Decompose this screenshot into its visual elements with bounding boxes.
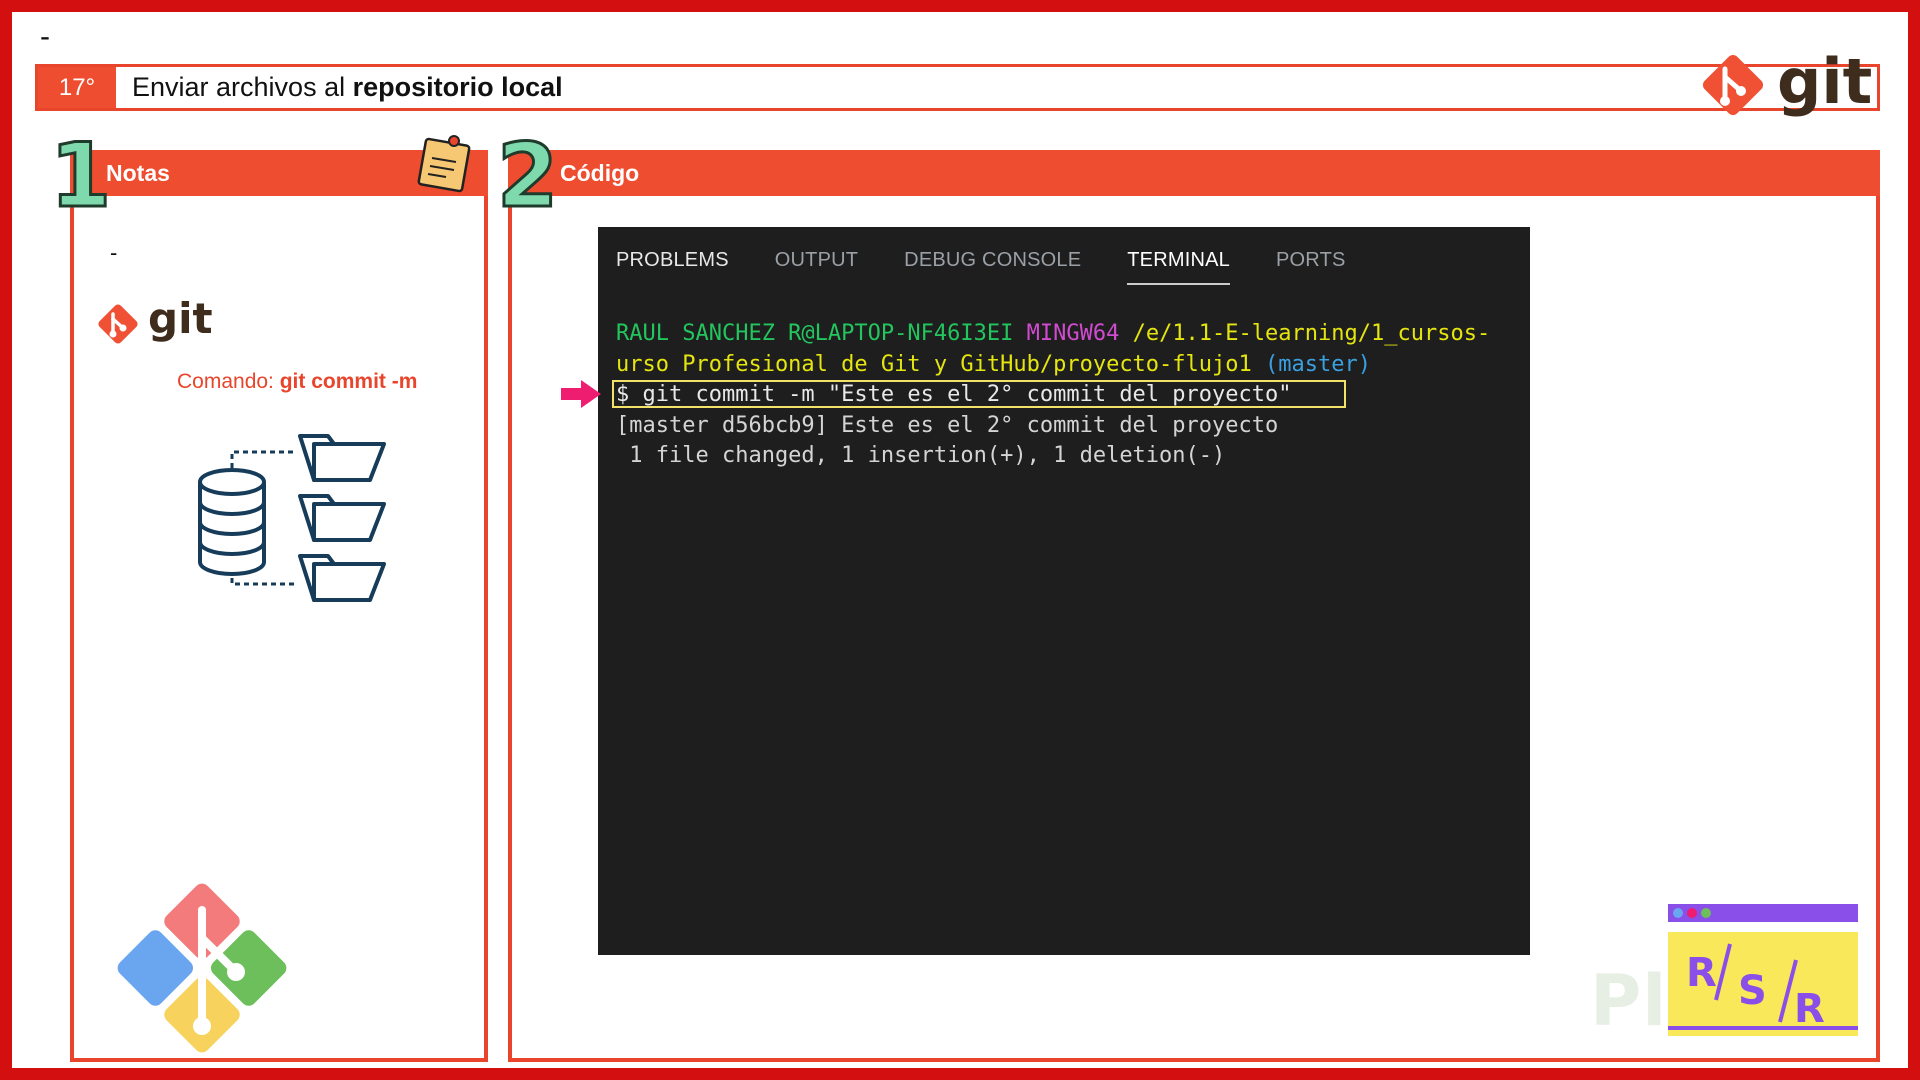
git-colorful-logo-icon <box>117 883 287 1053</box>
output-line-2: 1 file changed, 1 insertion(+), 1 deleti… <box>616 443 1226 468</box>
command-value: git commit -m <box>279 370 418 393</box>
tab-terminal[interactable]: TERMINAL <box>1127 241 1230 285</box>
page-title: Enviar archivos al repositorio local <box>132 67 563 108</box>
output-line-1: [master d56bcb9] Este es el 2° commit de… <box>616 412 1279 438</box>
rsr-badge-icon: R S R <box>1668 904 1858 1036</box>
terminal-tabs: PROBLEMS OUTPUT DEBUG CONSOLE TERMINAL P… <box>616 241 1392 285</box>
git-diamond-icon <box>1702 54 1764 116</box>
badge-letter-r2: R <box>1794 986 1825 1032</box>
badge-letter-s: S <box>1738 968 1767 1014</box>
prompt-path-line2: urso Profesional de Git y GitHub/proyect… <box>616 351 1252 377</box>
database-folders-icon <box>198 434 386 602</box>
git-diamond-icon <box>98 304 138 344</box>
tab-output[interactable]: OUTPUT <box>775 241 858 285</box>
notes-number: 1 <box>48 124 112 227</box>
tab-ports[interactable]: PORTS <box>1276 241 1346 285</box>
step-number: 17° <box>38 67 116 108</box>
notes-git-wordmark: git <box>148 294 213 343</box>
command-label: Comando: <box>177 370 280 393</box>
prompt-env: MINGW64 <box>1026 321 1120 346</box>
code-header-label: Código <box>560 159 640 186</box>
code-header: Código <box>508 150 1880 196</box>
title-plain: Enviar archivos al <box>132 72 353 102</box>
badge-letter-r1: R <box>1686 950 1717 996</box>
arrow-right-icon <box>561 380 601 408</box>
tab-debug-console[interactable]: DEBUG CONSOLE <box>904 241 1081 285</box>
title-bold: repositorio local <box>352 72 563 102</box>
tab-problems[interactable]: PROBLEMS <box>616 241 729 285</box>
prompt-branch: (master) <box>1265 351 1371 377</box>
command-highlight-box <box>612 380 1346 408</box>
prompt-user: RAUL SANCHEZ R@LAPTOP-NF46I3EI <box>616 321 1014 346</box>
top-dash: - <box>40 20 50 53</box>
git-wordmark: git <box>1777 45 1873 118</box>
notes-dash: - <box>110 240 118 265</box>
notes-header-label: Notas <box>106 159 170 186</box>
terminal-panel: PROBLEMS OUTPUT DEBUG CONSOLE TERMINAL P… <box>598 227 1530 955</box>
sticky-note-icon <box>417 135 471 193</box>
command-caption: Comando: git commit -m <box>177 370 417 394</box>
code-number: 2 <box>495 124 559 227</box>
title-bar: 17° Enviar archivos al repositorio local <box>35 64 1880 111</box>
git-logo: git <box>1695 47 1875 123</box>
prompt-path-line1: /e/1.1-E-learning/1_cursos- <box>1132 321 1491 346</box>
